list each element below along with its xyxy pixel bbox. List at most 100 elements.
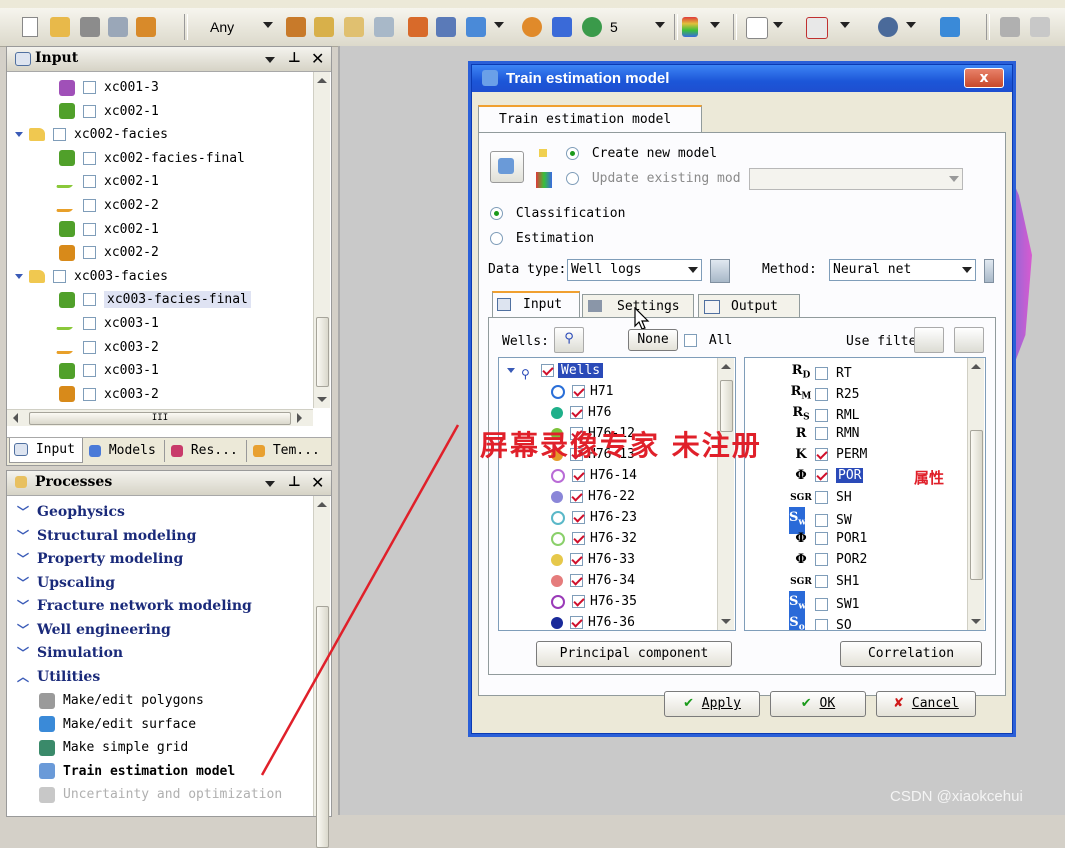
process-group[interactable]: ︿ Utilities xyxy=(17,666,100,689)
house-icon[interactable] xyxy=(286,17,306,37)
well-checkbox[interactable] xyxy=(572,511,585,524)
copy-icon[interactable] xyxy=(1030,17,1050,37)
well-checkbox[interactable] xyxy=(570,406,583,419)
wells-scrollbar[interactable] xyxy=(717,358,734,630)
scroll-thumb[interactable] xyxy=(316,606,329,848)
processes-scrollbar[interactable] xyxy=(313,496,330,848)
well-item[interactable]: H76-14 xyxy=(551,465,637,486)
expand-arrow-icon[interactable] xyxy=(15,132,23,138)
estimation-radio[interactable] xyxy=(490,232,503,245)
properties-scrollbar[interactable] xyxy=(967,358,984,630)
property-checkbox[interactable] xyxy=(815,491,828,504)
collapse-arrow-icon[interactable] xyxy=(507,368,515,373)
tab-models[interactable]: Models xyxy=(85,440,165,462)
hscroll-thumb[interactable]: III xyxy=(29,412,291,425)
property-item[interactable]: Φ POR2 xyxy=(789,549,867,570)
cancel-button[interactable]: ✘ Cancel xyxy=(876,691,976,717)
layer-dropdown-icon[interactable] xyxy=(655,22,665,28)
new-file-icon[interactable] xyxy=(22,17,38,37)
scroll-up-icon[interactable] xyxy=(317,78,327,83)
chevron-down-icon[interactable]: ﹀ xyxy=(17,595,31,618)
tree-item[interactable]: xc002-1 xyxy=(59,100,159,123)
property-checkbox[interactable] xyxy=(815,597,828,611)
property-checkbox[interactable] xyxy=(815,427,828,440)
property-checkbox[interactable] xyxy=(815,366,828,380)
correlation-button[interactable]: Correlation xyxy=(840,641,982,667)
tree-item[interactable]: xc003-1 xyxy=(59,359,159,382)
principal-component-button[interactable]: Principal component xyxy=(536,641,732,667)
wells-root-checkbox[interactable] xyxy=(541,364,554,377)
process-group[interactable]: ﹀ Structural modeling xyxy=(17,525,196,548)
eye-icon[interactable] xyxy=(436,17,456,37)
scroll-thumb[interactable] xyxy=(316,317,329,387)
tree-item-checkbox[interactable] xyxy=(83,81,96,94)
classification-option[interactable]: Classification xyxy=(490,204,625,224)
well-checkbox[interactable] xyxy=(572,532,585,545)
chevron-down-icon[interactable] xyxy=(949,176,959,182)
pin-icon[interactable]: ⊥ xyxy=(288,474,301,490)
all-wells-option[interactable]: All xyxy=(684,332,732,350)
tree-item-checkbox[interactable] xyxy=(83,387,96,401)
property-checkbox[interactable] xyxy=(815,532,828,545)
well-item[interactable]: H76-23 xyxy=(551,507,637,528)
save-icon[interactable] xyxy=(136,17,156,37)
move-icon[interactable] xyxy=(940,17,960,37)
well-checkbox[interactable] xyxy=(572,595,585,608)
all-checkbox[interactable] xyxy=(684,334,697,347)
selection-filter-dropdown-icon[interactable] xyxy=(263,22,273,28)
settings-icon[interactable] xyxy=(374,17,394,37)
utility-item[interactable]: Make/edit surface xyxy=(39,713,196,736)
tab-output[interactable]: Output xyxy=(698,294,800,318)
property-checkbox[interactable] xyxy=(815,387,828,401)
chevron-up-icon[interactable]: ︿ xyxy=(17,666,31,689)
data-type-combo[interactable]: Well logs xyxy=(567,259,702,281)
property-item[interactable]: RS RML xyxy=(789,402,859,423)
ok-button[interactable]: ✔ OK xyxy=(770,691,866,717)
well-checkbox[interactable] xyxy=(570,574,583,587)
box-icon[interactable] xyxy=(552,17,572,37)
well-item[interactable]: H76-35 xyxy=(551,591,637,612)
tree-item[interactable]: xc002-2 xyxy=(59,241,159,264)
tab-input[interactable]: Input xyxy=(492,291,580,317)
chevron-down-icon[interactable]: ﹀ xyxy=(17,642,31,665)
property-item[interactable]: Sw SW xyxy=(789,507,852,534)
globe-icon[interactable] xyxy=(582,17,602,37)
view-dropdown-icon[interactable] xyxy=(494,22,504,28)
method-settings-icon[interactable] xyxy=(984,259,994,283)
well-checkbox[interactable] xyxy=(572,469,585,482)
tree-item[interactable]: xc002-facies-final xyxy=(59,147,245,170)
tree-item[interactable]: xc002-facies xyxy=(15,123,168,146)
property-item[interactable]: So SO xyxy=(789,612,852,630)
ruler-dropdown-icon[interactable] xyxy=(840,22,850,28)
ruler-icon[interactable] xyxy=(806,17,828,39)
wells-root-item[interactable]: ⚲ Wells xyxy=(507,360,604,381)
well-item[interactable]: H71 xyxy=(551,381,613,402)
tree-item-checkbox[interactable] xyxy=(83,246,96,260)
color-table-icon[interactable] xyxy=(682,17,698,37)
property-item[interactable]: Sw SW1 xyxy=(789,591,859,618)
chevron-down-icon[interactable]: ﹀ xyxy=(17,619,31,642)
well-item[interactable]: H76 xyxy=(551,402,611,423)
scroll-up-icon[interactable] xyxy=(317,502,327,507)
tab-train-estimation[interactable]: Train estimation model xyxy=(478,105,702,133)
utility-item[interactable]: Make/edit polygons xyxy=(39,689,204,712)
scroll-up-icon[interactable] xyxy=(721,364,731,369)
well-checkbox[interactable] xyxy=(570,490,583,503)
chevron-down-icon[interactable]: ﹀ xyxy=(17,572,31,595)
expand-arrow-icon[interactable] xyxy=(15,273,23,279)
create-new-radio[interactable] xyxy=(566,147,579,160)
save-settings-icon[interactable] xyxy=(80,17,100,37)
panel-menu-dropdown-icon[interactable] xyxy=(265,481,275,487)
color-dropdown-icon[interactable] xyxy=(710,22,720,28)
process-group[interactable]: ﹀ Well engineering xyxy=(17,619,171,642)
chevron-down-icon[interactable]: ﹀ xyxy=(17,548,31,571)
tree-item-checkbox[interactable] xyxy=(53,128,66,142)
classification-radio[interactable] xyxy=(490,207,503,220)
well-checkbox[interactable] xyxy=(570,616,583,629)
update-existing-radio[interactable] xyxy=(566,172,579,185)
tab-results[interactable]: Res... xyxy=(167,440,247,462)
process-group[interactable]: ﹀ Fracture network modeling xyxy=(17,595,252,618)
tree-item[interactable]: xc003-1 xyxy=(55,312,159,335)
tree-item-checkbox[interactable] xyxy=(83,175,96,189)
chart-icon[interactable] xyxy=(746,17,768,39)
